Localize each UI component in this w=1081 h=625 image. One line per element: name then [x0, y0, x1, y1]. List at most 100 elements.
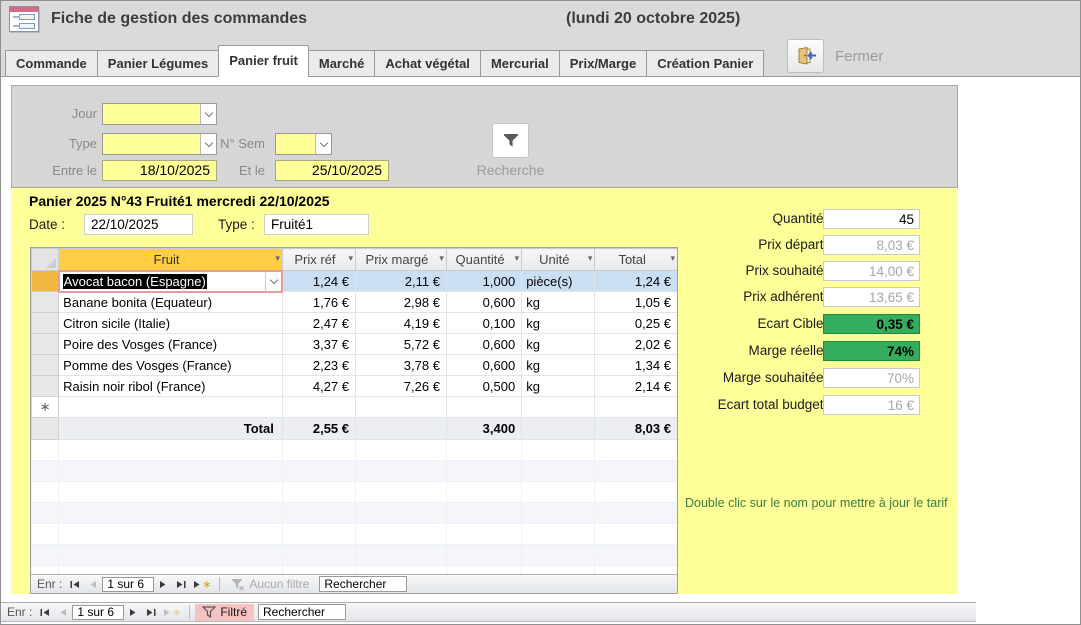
ecart-total-budget-label: Ecart total budget : — [631, 397, 831, 412]
fruit-cell[interactable]: Poire des Vosges (France) — [59, 334, 283, 355]
fruit-cell[interactable]: Avocat bacon (Espagne) — [59, 271, 283, 292]
tab-panier-legumes[interactable]: Panier Légumes — [97, 50, 219, 77]
tab-achat-vegetal[interactable]: Achat végétal — [374, 50, 481, 77]
dropdown-arrow-icon[interactable]: ▾ — [439, 253, 444, 264]
total-prix-ref: 2,55 € — [282, 418, 355, 440]
column-header-fruit[interactable]: Fruit▾ — [59, 249, 283, 271]
prix-adherent-field: 13,65 € — [823, 287, 920, 307]
next-record-button[interactable] — [155, 577, 171, 592]
row-selector[interactable] — [32, 313, 59, 334]
prix-marge-cell: 2,98 € — [356, 292, 447, 313]
recherche-button[interactable] — [492, 123, 529, 158]
filter-panel: Jour Type N° Sem Entre le 18/10/2025 Et … — [11, 85, 958, 188]
new-record-button[interactable]: ∗ — [161, 605, 183, 620]
empty-cell — [282, 524, 355, 545]
quantite-field[interactable]: 45 — [823, 209, 920, 229]
tab-prix-marge[interactable]: Prix/Marge — [559, 50, 647, 77]
chevron-down-icon[interactable] — [200, 104, 216, 124]
row-selector[interactable] — [32, 376, 59, 397]
subform-search-input[interactable]: Rechercher — [319, 576, 407, 592]
fruit-cell[interactable]: Banane bonita (Equateur) — [59, 292, 283, 313]
select-all-corner[interactable] — [32, 249, 59, 271]
fruit-cell[interactable]: Citron sicile (Italie) — [59, 313, 283, 334]
funnel-icon — [202, 606, 216, 618]
prix-marge-cell: 7,26 € — [356, 376, 447, 397]
column-header-prix-marge[interactable]: Prix margé▾ — [356, 249, 447, 271]
empty-cell — [522, 482, 595, 503]
prix-ref-cell: 4,27 € — [282, 376, 355, 397]
empty-cell — [446, 440, 521, 461]
tab-marche[interactable]: Marché — [308, 50, 376, 77]
empty-cell — [446, 503, 521, 524]
fermer-label: Fermer — [835, 48, 883, 65]
column-header-quantite[interactable]: Quantité▾ — [446, 249, 521, 271]
main-search-input[interactable]: Rechercher — [258, 604, 346, 620]
empty-cell[interactable] — [522, 397, 595, 418]
first-record-button[interactable] — [67, 577, 83, 592]
column-header-prix-ref[interactable]: Prix réf▾ — [282, 249, 355, 271]
tab-creation-panier[interactable]: Création Panier — [646, 50, 764, 77]
record-position[interactable]: 1 sur 6 — [72, 605, 124, 620]
row-selector[interactable] — [32, 334, 59, 355]
new-record-button[interactable]: ∗ — [191, 577, 213, 592]
quantite-cell: 0,600 — [446, 292, 521, 313]
row-selector[interactable] — [32, 355, 59, 376]
empty-cell[interactable] — [282, 397, 355, 418]
dropdown-arrow-icon[interactable]: ▾ — [275, 253, 280, 264]
fermer-button[interactable] — [787, 39, 824, 73]
empty-cell[interactable] — [446, 397, 521, 418]
date-field[interactable]: 22/10/2025 — [84, 214, 193, 235]
num-sem-combobox[interactable] — [275, 133, 332, 155]
subform-record-navigator: Enr : 1 sur 6 ∗ Aucun filtre — [31, 574, 677, 593]
type-field[interactable]: Fruité1 — [264, 214, 369, 235]
jour-combobox[interactable] — [102, 103, 217, 125]
fruit-cell[interactable]: Raisin noir ribol (France) — [59, 376, 283, 397]
empty-cell — [522, 440, 595, 461]
panier-form: Panier 2025 N°43 Fruité1 mercredi 22/10/… — [11, 188, 958, 594]
empty-cell[interactable] — [356, 397, 447, 418]
marge-souhaitee-field: 70% — [823, 368, 920, 388]
tab-mercurial[interactable]: Mercurial — [480, 50, 560, 77]
empty-cell — [595, 482, 678, 503]
tab-commande[interactable]: Commande — [5, 50, 98, 77]
first-record-button[interactable] — [37, 605, 53, 620]
dropdown-arrow-icon[interactable]: ▾ — [515, 253, 520, 264]
exit-door-icon — [795, 47, 817, 65]
previous-record-button[interactable] — [85, 577, 101, 592]
new-record-star-icon: ∗ — [202, 578, 211, 591]
unite-cell: kg — [522, 376, 595, 397]
row-selector[interactable] — [32, 271, 59, 292]
empty-cell — [446, 482, 521, 503]
record-position[interactable]: 1 sur 6 — [102, 577, 154, 592]
no-filter-indicator: Aucun filtre — [225, 577, 315, 591]
empty-row — [32, 524, 678, 545]
prix-ref-cell: 1,76 € — [282, 292, 355, 313]
new-record-marker[interactable]: ∗ — [32, 397, 59, 418]
empty-row — [32, 545, 678, 566]
fruit-name: Citron sicile (Italie) — [63, 316, 170, 331]
last-record-button[interactable] — [143, 605, 159, 620]
next-record-button[interactable] — [125, 605, 141, 620]
dropdown-arrow-icon[interactable]: ▾ — [348, 253, 353, 264]
fruit-combo-button[interactable] — [265, 272, 281, 291]
empty-cell — [32, 461, 59, 482]
et-le-field[interactable]: 25/10/2025 — [275, 160, 389, 181]
last-record-button[interactable] — [173, 577, 189, 592]
empty-cell — [59, 461, 283, 482]
dropdown-arrow-icon[interactable]: ▾ — [588, 253, 593, 264]
chevron-down-icon[interactable] — [315, 134, 331, 154]
tab-panier-fruit[interactable]: Panier fruit — [218, 45, 309, 77]
et-le-label: Et le — [190, 163, 265, 178]
empty-cell[interactable] — [59, 397, 283, 418]
column-header-unite[interactable]: Unité▾ — [522, 249, 595, 271]
empty-cell — [356, 524, 447, 545]
previous-record-button[interactable] — [55, 605, 71, 620]
fruit-cell[interactable]: Pomme des Vosges (France) — [59, 355, 283, 376]
app-window: Fiche de gestion des commandes (lundi 20… — [0, 0, 1081, 625]
filtered-indicator[interactable]: Filtré — [195, 604, 254, 621]
prix-marge-cell: 2,11 € — [356, 271, 447, 292]
ecart-cible-field: 0,35 € — [823, 314, 920, 334]
empty-cell — [356, 545, 447, 566]
table-row: Citron sicile (Italie)2,47 €4,19 €0,100k… — [32, 313, 678, 334]
row-selector[interactable] — [32, 292, 59, 313]
